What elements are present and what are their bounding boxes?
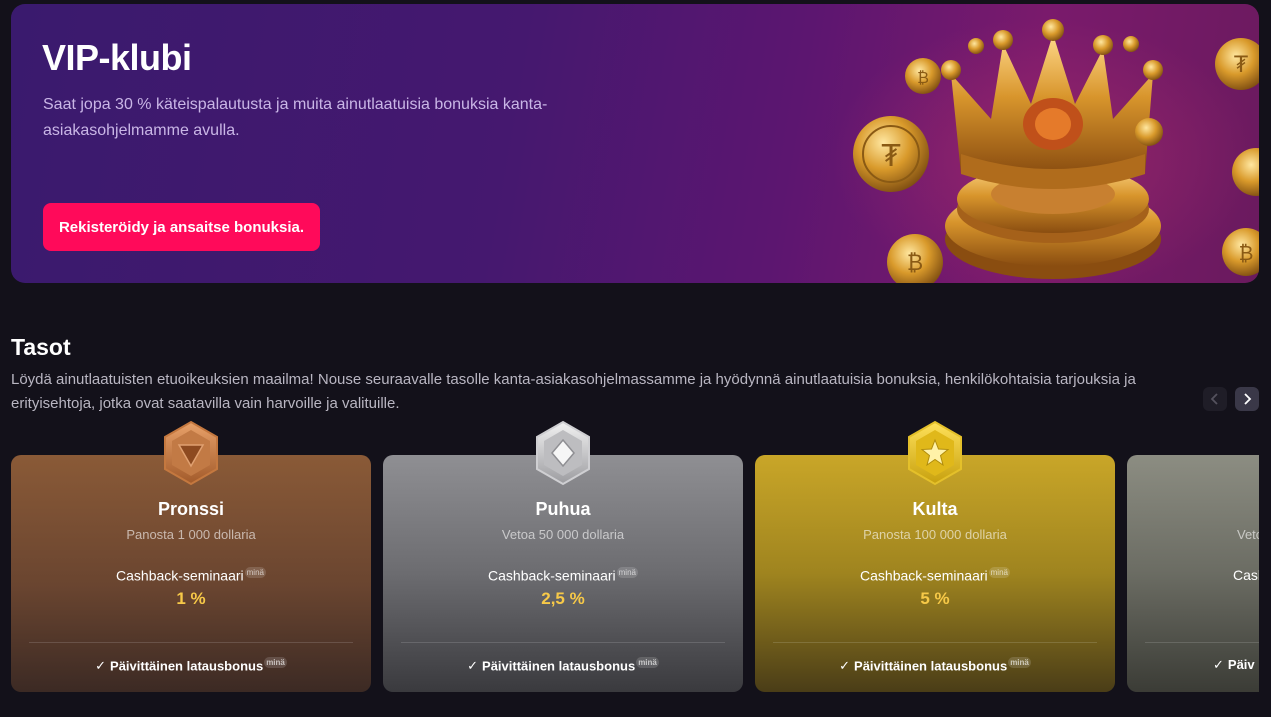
cashback-label: Cashback-seminaari minä	[488, 567, 638, 584]
divider	[401, 642, 725, 643]
cashback-label: Cashback-seminaari minä	[116, 567, 266, 584]
cashback-value: 5 %	[920, 589, 950, 608]
chevron-right-icon	[1244, 393, 1252, 405]
svg-text:₮: ₮	[1234, 53, 1248, 78]
daily-bonus-feature: ✓ Päiv	[1213, 657, 1255, 672]
divider	[773, 642, 1097, 643]
info-tag[interactable]: minä	[264, 657, 287, 668]
info-tag[interactable]: minä	[636, 657, 659, 668]
daily-bonus-feature: ✓ Päivittäinen latausbonus minä	[839, 657, 1031, 674]
tier-card-bronze: Pronssi Panosta 1 000 dollaria Cashback-…	[11, 455, 371, 692]
carousel-next-button[interactable]	[1235, 387, 1259, 411]
daily-bonus-feature: ✓ Päivittäinen latausbonus minä	[95, 657, 287, 674]
tier-requirement: Panosta 1 000 dollaria	[126, 527, 256, 542]
tier-card-next: Vetc Cash ✓Päiv	[1127, 455, 1259, 692]
svg-text:₿: ₿	[917, 68, 929, 87]
check-icon: ✓	[1213, 657, 1224, 672]
divider	[29, 642, 353, 643]
tiers-description: Löydä ainutlaatuisten etuoikeuksien maai…	[11, 371, 1136, 412]
divider	[1145, 642, 1259, 643]
info-tag[interactable]: minä	[1008, 657, 1031, 668]
tier-name: Puhua	[535, 499, 591, 519]
cashback-label: Cash	[1233, 567, 1259, 583]
info-tag[interactable]: minä	[244, 567, 266, 578]
check-icon: ✓	[467, 658, 479, 674]
daily-bonus-feature: ✓ Päivittäinen latausbonus minä	[467, 657, 659, 674]
silver-badge-icon	[536, 420, 590, 486]
cashback-label: Cashback-seminaari minä	[860, 567, 1010, 584]
bronze-badge-icon	[164, 420, 218, 486]
tier-carousel: Pronssi Panosta 1 000 dollaria Cashback-…	[11, 420, 1259, 717]
register-bonus-button[interactable]: Rekisteröidy ja ansaitse bonuksia.	[43, 203, 320, 251]
tier-card-gold: Kulta Panosta 100 000 dollaria Cashback-…	[755, 455, 1115, 692]
tier-requirement: Vetc	[1237, 527, 1259, 542]
hero-title: VIP-klubi	[42, 37, 192, 78]
vip-hero-banner: VIP-klubi Saat jopa 30 % käteispalautust…	[11, 4, 1259, 283]
tier-card-silver: Puhua Vetoa 50 000 dollaria Cashback-sem…	[383, 455, 743, 692]
hero-description: Saat jopa 30 % käteispalautusta ja muita…	[43, 96, 548, 139]
tiers-title: Tasot	[11, 334, 71, 360]
carousel-prev-button[interactable]	[1203, 387, 1227, 411]
cashback-value: 2,5 %	[541, 589, 585, 608]
info-tag[interactable]: minä	[616, 567, 638, 578]
svg-text:₮: ₮	[881, 139, 900, 174]
check-icon: ✓	[839, 658, 851, 674]
check-icon: ✓	[95, 658, 107, 674]
tier-requirement: Vetoa 50 000 dollaria	[501, 527, 625, 542]
gold-badge-icon	[908, 420, 962, 486]
svg-text:₿: ₿	[1239, 241, 1254, 265]
chevron-left-icon	[1210, 393, 1218, 405]
info-tag[interactable]: minä	[988, 567, 1010, 578]
crown-coins-illustration: ₮ ₿ ₿ ₮ ₿	[831, 4, 1259, 283]
tier-requirement: Panosta 100 000 dollaria	[863, 527, 1007, 542]
cashback-value: 1 %	[176, 589, 206, 608]
svg-text:₿: ₿	[907, 251, 923, 276]
tier-name: Pronssi	[157, 499, 225, 519]
tier-name: Kulta	[912, 499, 958, 519]
